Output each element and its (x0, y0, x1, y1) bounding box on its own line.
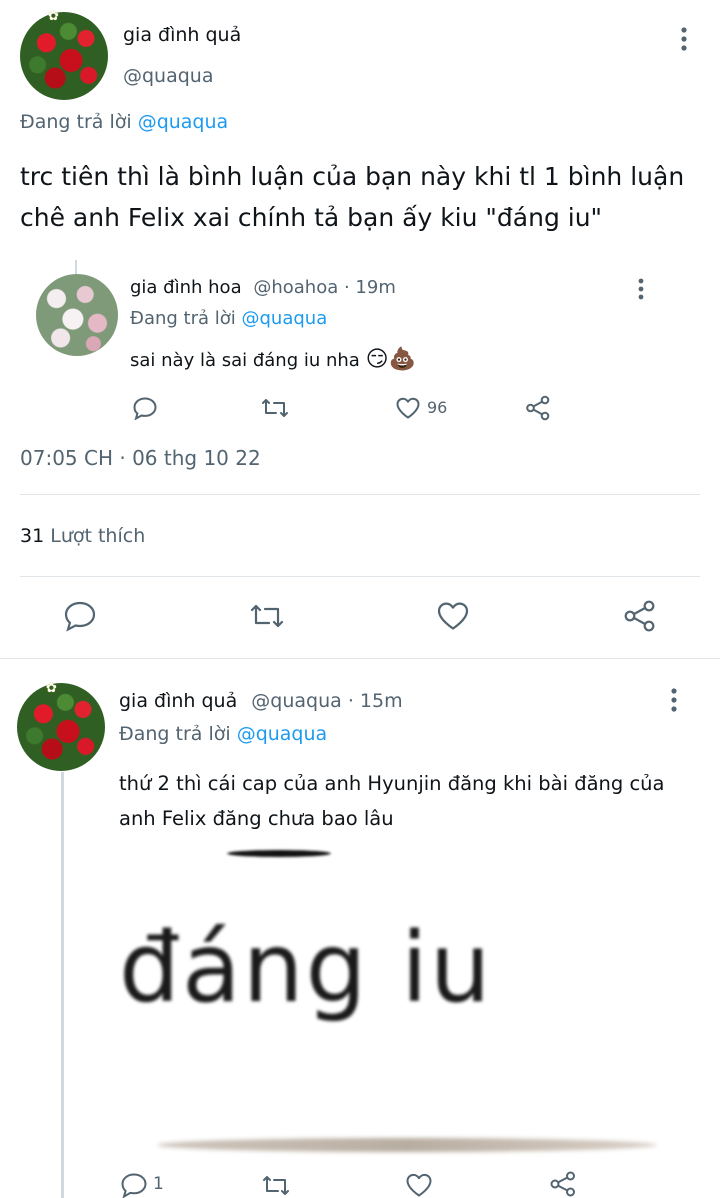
thread-connector (75, 260, 77, 274)
tweet-time: · 15m (347, 690, 403, 712)
like-icon[interactable] (436, 600, 470, 632)
reply-icon[interactable] (63, 600, 97, 632)
divider (0, 658, 720, 659)
likes-label: Lượt thích (50, 525, 146, 547)
daisy-icon: ✿ (46, 681, 57, 696)
tweet-text: trc tiên thì là bình luận của bạn này kh… (20, 162, 685, 232)
share-icon[interactable] (623, 599, 657, 633)
replying-to: Đang trả lời @quaqua (20, 111, 228, 133)
author-handle[interactable]: @quaqua (123, 65, 214, 87)
author-name[interactable]: gia đình quả (119, 690, 237, 712)
reply-mention-link[interactable]: @quaqua (242, 308, 328, 329)
reply-icon[interactable] (120, 1172, 148, 1198)
emoji: 😏💩 (365, 347, 416, 372)
likes-summary[interactable]: 31 Lượt thích (20, 525, 145, 547)
tweet-text: thứ 2 thì cái cap của anh Hyunjin đăng k… (119, 772, 665, 830)
reply-text-content: sai này là sai đáng iu nha (130, 350, 360, 371)
media-caption-text: đáng iu (119, 912, 493, 1024)
media-top-stroke (227, 850, 331, 857)
more-vertical-icon[interactable] (632, 277, 650, 301)
media-bottom-stroke (157, 1138, 657, 1152)
replying-label: Đang trả lời (20, 111, 132, 133)
reply-header: gia đình hoa @hoahoa · 19m (130, 277, 396, 298)
likes-count: 31 (20, 525, 45, 547)
share-icon[interactable] (549, 1170, 577, 1198)
reply-icon[interactable] (132, 396, 158, 420)
like-icon[interactable] (405, 1172, 433, 1198)
author-handle[interactable]: @hoahoa (253, 277, 338, 298)
daisy-icon: ✿ (48, 9, 59, 24)
tweet-media[interactable]: đáng iu (119, 840, 675, 1158)
like-icon[interactable] (395, 396, 421, 420)
reply-time: · 19m (343, 277, 396, 298)
reply-text: sai này là sai đáng iu nha 😏💩 (130, 347, 416, 372)
replying-label: Đang trả lời (119, 723, 231, 745)
reply-mention-link[interactable]: @quaqua (138, 111, 229, 133)
share-icon[interactable] (525, 395, 551, 421)
divider (20, 576, 700, 577)
avatar[interactable] (17, 683, 105, 771)
more-vertical-icon[interactable] (674, 26, 694, 52)
avatar[interactable] (36, 274, 118, 356)
divider (20, 494, 700, 495)
author-name[interactable]: gia đình hoa (130, 277, 242, 298)
reply-count: 1 (153, 1174, 164, 1194)
retweet-icon[interactable] (248, 600, 286, 632)
retweet-icon[interactable] (260, 396, 290, 420)
like-count: 96 (427, 398, 448, 417)
avatar[interactable] (20, 12, 108, 100)
author-handle[interactable]: @quaqua (251, 690, 342, 712)
tweet-header: gia đình quả @quaqua · 15m (119, 690, 403, 712)
more-vertical-icon[interactable] (664, 687, 684, 713)
reply-mention-link[interactable]: @quaqua (237, 723, 328, 745)
retweet-icon[interactable] (260, 1172, 292, 1198)
author-name[interactable]: gia đình quả (123, 24, 241, 46)
timestamp[interactable]: 07:05 CH · 06 thg 10 22 (20, 446, 261, 470)
replying-to: Đang trả lời @quaqua (130, 308, 327, 329)
replying-label: Đang trả lời (130, 308, 236, 329)
thread-line (61, 772, 64, 1198)
replying-to: Đang trả lời @quaqua (119, 723, 327, 745)
